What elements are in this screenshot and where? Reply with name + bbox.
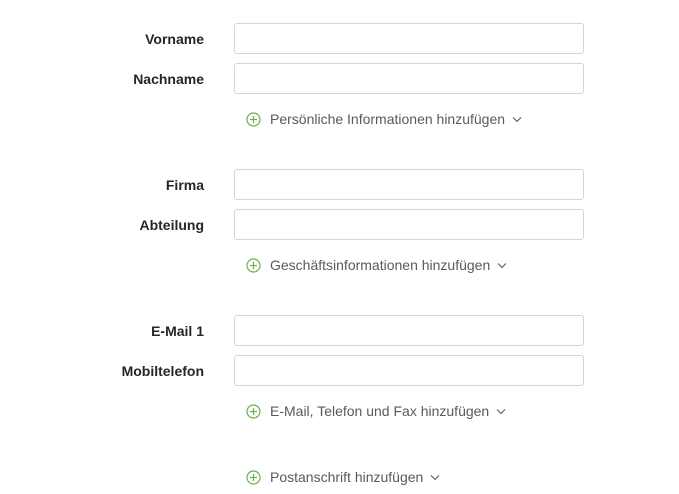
plus-circle-icon (246, 469, 261, 485)
firstname-input[interactable] (234, 23, 584, 54)
mobile-input[interactable] (234, 355, 584, 386)
contact-form: Vorname Nachname Persönliche Information… (0, 0, 679, 494)
add-postal-address-label: Postanschrift hinzufügen (270, 469, 424, 485)
add-business-info-label: Geschäftsinformationen hinzufügen (270, 257, 491, 273)
chevron-down-icon (512, 116, 522, 122)
department-label: Abteilung (139, 217, 204, 233)
company-input[interactable] (234, 169, 584, 200)
mobile-label: Mobiltelefon (121, 363, 204, 379)
plus-circle-icon (246, 403, 261, 419)
chevron-down-icon (496, 408, 506, 414)
firstname-label: Vorname (145, 31, 204, 47)
email-input[interactable] (234, 315, 584, 346)
add-contact-info-button[interactable]: E-Mail, Telefon und Fax hinzufügen (246, 401, 506, 421)
chevron-down-icon (430, 474, 440, 480)
add-personal-info-button[interactable]: Persönliche Informationen hinzufügen (246, 109, 522, 129)
chevron-down-icon (497, 262, 507, 268)
add-postal-address-button[interactable]: Postanschrift hinzufügen (246, 467, 440, 487)
department-input[interactable] (234, 209, 584, 240)
plus-circle-icon (246, 111, 261, 127)
plus-circle-icon (246, 257, 261, 273)
add-personal-info-label: Persönliche Informationen hinzufügen (270, 111, 506, 127)
company-label: Firma (165, 177, 204, 193)
add-contact-info-label: E-Mail, Telefon und Fax hinzufügen (270, 403, 490, 419)
lastname-label: Nachname (133, 71, 204, 87)
add-business-info-button[interactable]: Geschäftsinformationen hinzufügen (246, 255, 507, 275)
email-label: E-Mail 1 (151, 323, 204, 339)
lastname-input[interactable] (234, 63, 584, 94)
